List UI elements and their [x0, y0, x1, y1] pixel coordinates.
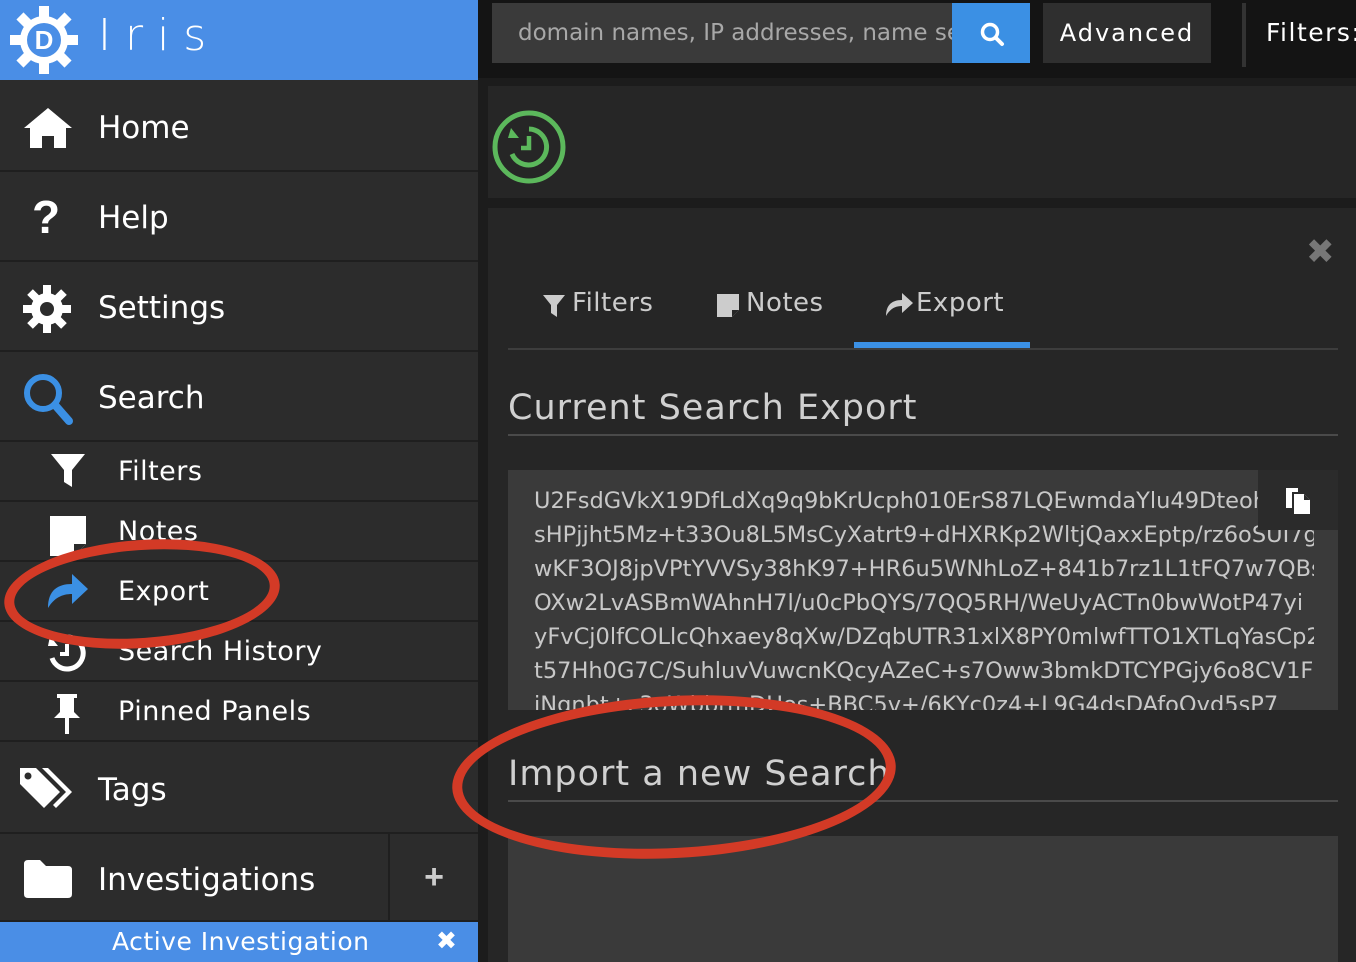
import-section-title: Import a new Search	[508, 754, 891, 794]
search-input[interactable]	[492, 3, 952, 63]
tab-label: Notes	[746, 288, 824, 318]
sidebar-subitem-pinned-panels[interactable]: Pinned Panels	[0, 682, 478, 742]
sidebar-subitem-label: Export	[118, 576, 210, 607]
sidebar-item-help[interactable]: ? Help	[0, 172, 478, 262]
export-textarea[interactable]: U2FsdGVkX19DfLdXq9q9bKrUcph010ErS87LQEwm…	[508, 470, 1338, 710]
sidebar-item-tags[interactable]: Tags	[0, 744, 478, 834]
tab-label: Export	[916, 288, 1005, 318]
question-icon: ?	[32, 191, 61, 243]
sidebar-item-search[interactable]: Search	[0, 352, 478, 442]
tab-notes[interactable]: Notes	[716, 278, 836, 348]
export-text-line: wKF3OJ8jpVPtYVVSy38hK97+HR6u5WNhLoZ+841b…	[534, 556, 1314, 582]
sidebar-item-label: Tags	[98, 772, 167, 808]
sidebar-subitem-export[interactable]: Export	[0, 562, 478, 622]
topbar: Advanced Filters:	[478, 0, 1356, 78]
sidebar-subitem-search-history[interactable]: Search History	[0, 622, 478, 682]
search-button[interactable]	[952, 3, 1030, 63]
close-icon[interactable]: ✖	[436, 926, 457, 956]
export-section-title: Current Search Export	[508, 388, 918, 428]
export-text-line: OXw2LvASBmWAhnH7l/u0cPbQYS/7QQ5RH/WeUyAC…	[534, 590, 1304, 616]
sidebar-item-label: Search	[98, 380, 205, 416]
divider	[508, 800, 1338, 802]
active-investigation-bar[interactable]: Active Investigation ✖	[0, 922, 478, 962]
filter-icon	[51, 454, 85, 487]
search-icon	[980, 22, 1004, 46]
sidebar-item-label: Settings	[98, 290, 226, 326]
export-text: U2FsdGVkX19DfLdXq9q9bKrUcph010ErS87LQEwm…	[534, 484, 1314, 710]
sidebar-item-label: Home	[98, 110, 190, 146]
note-icon	[717, 294, 739, 317]
panel-tabs: Filters Notes Export	[508, 278, 1338, 350]
export-text-line: iNgnbt+z3oWbbrmDUos+BBC5v+/6KYc0z4+L9G4d…	[534, 692, 1279, 710]
note-icon	[50, 516, 86, 556]
sidebar-subitem-label: Pinned Panels	[118, 696, 312, 727]
sidebar-subitem-notes[interactable]: Notes	[0, 502, 478, 562]
export-text-line: U2FsdGVkX19DfLdXq9q9bKrUcph010ErS87LQEwm…	[534, 488, 1280, 514]
share-icon	[886, 293, 913, 316]
export-text-line: yFvCj0lfCOLlcQhxaey8qXw/DZqbUTR31xlX8PY0…	[534, 624, 1314, 650]
gear-icon	[23, 285, 71, 333]
sidebar-item-label: Help	[98, 200, 169, 236]
export-text-line: sHPjjht5Mz+t33Ou8L5MsCyXatrt9+dHXRKp2Wlt…	[534, 522, 1314, 548]
active-tab-indicator	[854, 342, 1030, 348]
filters-label: Filters:	[1266, 18, 1356, 47]
sidebar-subitem-label: Search History	[118, 636, 323, 667]
pin-icon	[54, 694, 80, 734]
sidebar-subitem-label: Filters	[118, 456, 203, 487]
sidebar-item-home[interactable]: Home	[0, 82, 478, 172]
copy-button[interactable]	[1258, 470, 1338, 530]
filter-icon	[543, 295, 565, 317]
import-textarea[interactable]	[508, 836, 1338, 962]
active-investigation-label: Active Investigation	[112, 927, 370, 956]
sidebar: D Iris Home ? Help Settings Search Filte…	[0, 0, 478, 962]
tags-icon	[20, 768, 72, 808]
folder-icon	[24, 860, 72, 898]
logo-gear-icon: D	[10, 6, 78, 74]
sidebar-item-label: Investigations	[98, 862, 316, 898]
logo-bar[interactable]: D Iris	[0, 0, 478, 80]
add-investigation-button[interactable]: +	[388, 834, 478, 922]
search-icon	[24, 374, 73, 425]
export-text-line: t57Hh0G7C/SuhluvVuwcnKQcyAZeC+s7Oww3bmkD…	[534, 658, 1314, 684]
sidebar-subitem-label: Notes	[118, 516, 199, 547]
history-panel	[488, 86, 1356, 198]
app-root: D Iris Home ? Help Settings Search Filte…	[0, 0, 1356, 962]
app-name: Iris	[98, 10, 221, 61]
tab-filters[interactable]: Filters	[542, 278, 662, 348]
advanced-button[interactable]: Advanced	[1043, 3, 1211, 63]
divider	[1242, 3, 1246, 67]
history-icon	[48, 634, 86, 672]
svg-text:D: D	[35, 25, 54, 55]
copy-icon	[1286, 488, 1310, 514]
sidebar-item-settings[interactable]: Settings	[0, 262, 478, 352]
tab-label: Filters	[572, 288, 654, 318]
home-icon	[24, 108, 72, 148]
sidebar-subitem-filters[interactable]: Filters	[0, 442, 478, 502]
close-icon[interactable]: ✖	[1306, 232, 1335, 272]
divider	[508, 434, 1338, 436]
tab-export[interactable]: Export	[884, 278, 1024, 348]
share-icon	[48, 574, 88, 608]
export-panel: ✖ Filters Notes Export Current Search Ex…	[488, 208, 1356, 962]
history-icon[interactable]	[490, 108, 568, 186]
